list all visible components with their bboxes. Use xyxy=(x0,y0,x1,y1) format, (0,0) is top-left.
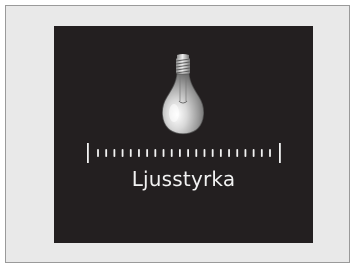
slider-tick xyxy=(203,149,206,157)
slider-tick xyxy=(244,149,247,157)
brightness-screen: Ljusstyrka xyxy=(54,26,313,243)
brightness-slider[interactable] xyxy=(86,142,282,164)
slider-tick xyxy=(129,149,132,157)
slider-tick xyxy=(211,149,214,157)
slider-tick xyxy=(113,149,116,157)
figure-frame: Ljusstyrka xyxy=(5,5,350,263)
slider-tick xyxy=(179,149,181,157)
slider-right-bar xyxy=(279,143,281,163)
slider-tick xyxy=(162,149,165,157)
slider-tick xyxy=(97,149,99,157)
slider-tick xyxy=(219,149,222,157)
slider-left-bar xyxy=(87,143,89,163)
slider-tick xyxy=(170,149,173,157)
slider-tick xyxy=(195,149,198,157)
slider-tick xyxy=(260,149,263,157)
slider-tick xyxy=(269,149,271,157)
slider-tick xyxy=(228,149,230,157)
slider-tick xyxy=(146,149,149,157)
brightness-label: Ljusstyrka xyxy=(131,167,236,191)
slider-tick xyxy=(236,149,239,157)
slider-tick xyxy=(121,149,124,157)
slider-tick xyxy=(105,149,108,157)
slider-tick xyxy=(187,149,189,157)
slider-tick xyxy=(154,149,157,157)
slider-tick xyxy=(138,149,140,157)
slider-tick xyxy=(252,149,255,157)
light-bulb-icon xyxy=(162,54,204,135)
